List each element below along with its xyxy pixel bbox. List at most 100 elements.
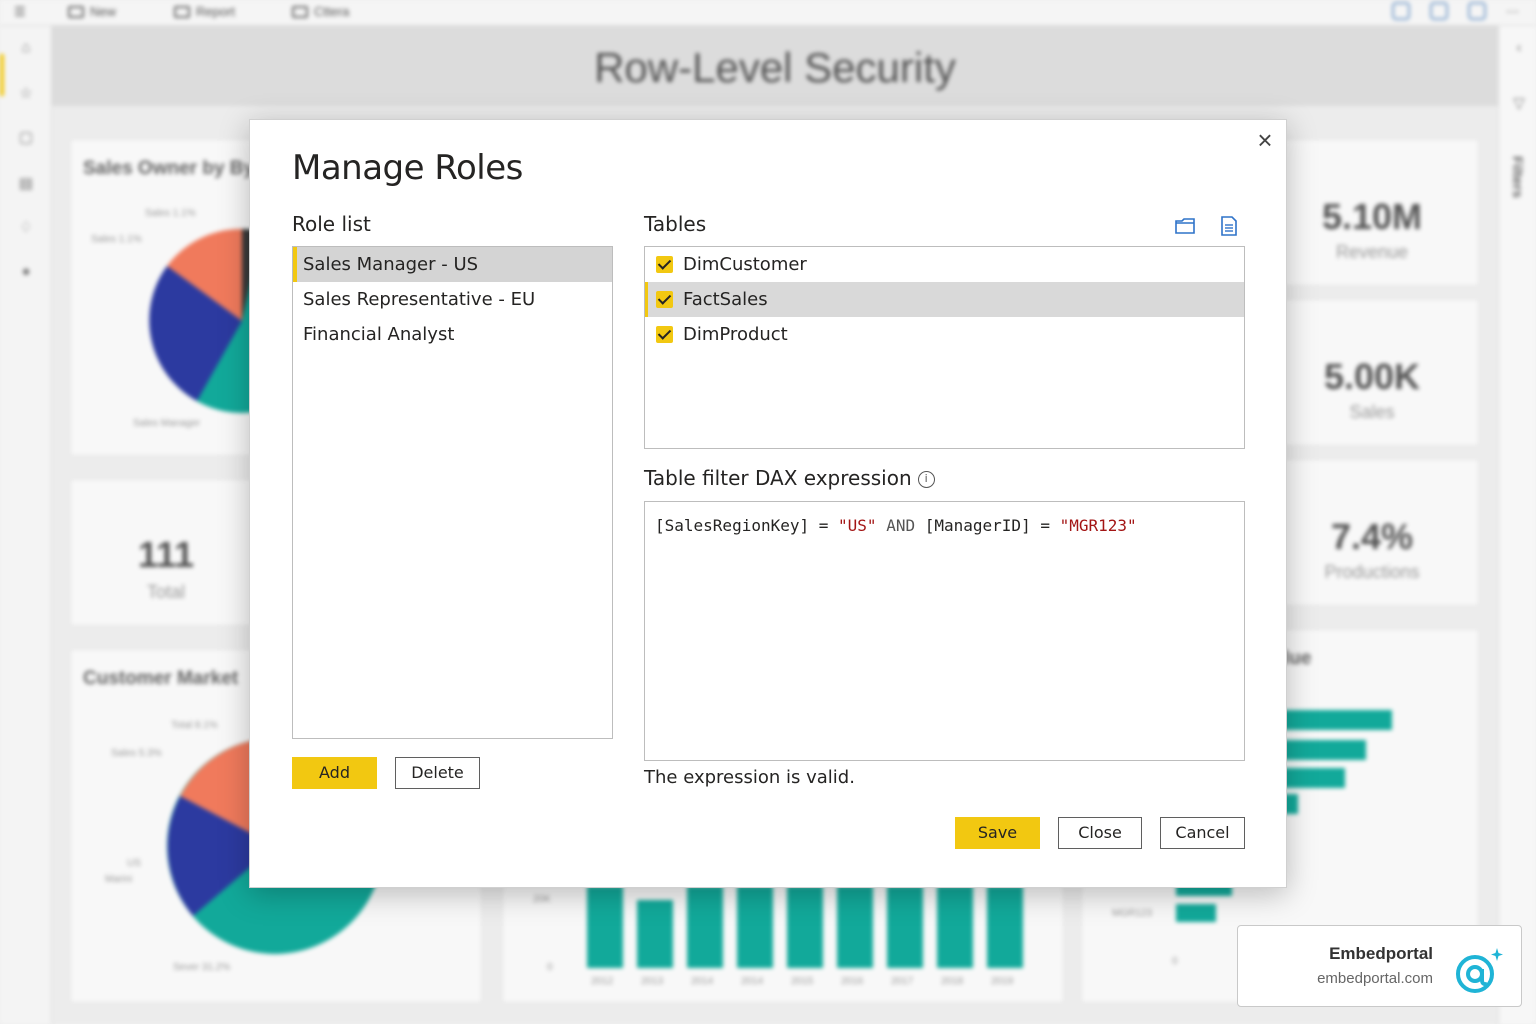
card-title: lue xyxy=(1284,648,1312,669)
close-icon[interactable]: × xyxy=(1253,127,1277,153)
hbar xyxy=(1282,710,1392,730)
table-label: DimCustomer xyxy=(683,254,807,275)
x-tick: 2012 xyxy=(591,976,614,987)
at-sign-logo-icon xyxy=(1456,948,1503,993)
kpi-label: Revenue xyxy=(1335,242,1409,262)
manage-roles-dialog: × Manage Roles Role list Sales Manager -… xyxy=(249,119,1287,888)
role-list: Sales Manager - US Sales Representative … xyxy=(292,246,613,739)
hbar xyxy=(1176,904,1216,922)
x-tick: 2014 xyxy=(691,976,714,987)
card-title: Customer Market xyxy=(83,668,239,689)
kpi-label: Sales xyxy=(1349,402,1395,422)
x-tick: 2016 xyxy=(841,976,864,987)
report-title: Row-Level Security xyxy=(594,44,956,91)
share-icon xyxy=(292,5,308,18)
bar xyxy=(787,886,823,968)
report-label: Report xyxy=(196,4,236,19)
bar xyxy=(687,886,723,968)
card-title: Sales Owner by By xyxy=(83,158,255,179)
filters-label: Filters xyxy=(1510,156,1526,199)
tables-list: DimCustomer FactSales DimProduct xyxy=(644,246,1245,449)
dax-field: [ManagerID] = xyxy=(924,516,1060,535)
kpi-value: 5.00K xyxy=(1323,356,1421,397)
dax-keyword: AND xyxy=(876,516,925,535)
table-row-factsales[interactable]: FactSales xyxy=(645,282,1244,317)
hbar-label: MGR123 xyxy=(1112,908,1153,919)
report-menu[interactable]: Report xyxy=(174,4,235,19)
bar xyxy=(737,886,773,968)
bar xyxy=(637,900,673,968)
share-label: Cttera xyxy=(314,4,350,19)
role-label: Financial Analyst xyxy=(303,324,455,345)
star-icon[interactable]: ☆ xyxy=(18,86,34,102)
role-list-label: Role list xyxy=(292,212,371,236)
collapse-chevron-icon[interactable]: ‹ xyxy=(1511,40,1527,56)
checkbox[interactable] xyxy=(656,291,673,308)
role-item-sales-representative-eu[interactable]: Sales Representative - EU xyxy=(293,282,612,317)
save-report-icon[interactable] xyxy=(1468,2,1486,20)
nav-active-indicator xyxy=(0,54,4,96)
kpi-label: Productions xyxy=(1324,562,1420,582)
document-icon[interactable]: ▢ xyxy=(18,130,34,146)
pie-label: Marini xyxy=(105,874,133,885)
pie-label: US xyxy=(127,858,141,869)
x-tick: 2015 xyxy=(791,976,814,987)
left-nav-rail: ⌂ ☆ ▢ ▤ ♢ ● xyxy=(0,26,52,1024)
dax-expression-label: Table filter DAX expression xyxy=(644,466,912,490)
y-tick: 0 xyxy=(547,962,553,973)
new-menu[interactable]: New xyxy=(68,4,116,19)
x-tick: 2014 xyxy=(741,976,764,987)
pie-label: Sever 31.2% xyxy=(173,962,231,973)
add-button[interactable]: Add xyxy=(292,757,377,789)
table-row-dimproduct[interactable]: DimProduct xyxy=(645,317,1244,352)
delete-button[interactable]: Delete xyxy=(395,757,480,789)
apps-icon[interactable]: ▤ xyxy=(18,176,34,192)
document-list-icon[interactable] xyxy=(1218,215,1240,237)
x-tick: 0 xyxy=(1172,956,1178,967)
dax-string: "MGR123" xyxy=(1059,516,1137,535)
comment-icon[interactable] xyxy=(1430,2,1448,20)
kpi-value: 111 xyxy=(137,534,195,575)
productions-kpi-card[interactable]: 7.4% Productions xyxy=(1266,460,1478,605)
revenue-kpi-card[interactable]: 5.10M Revenue xyxy=(1266,140,1478,285)
info-icon[interactable]: i xyxy=(917,471,935,488)
sales-kpi-card[interactable]: 5.00K Sales xyxy=(1266,300,1478,445)
more-icon[interactable]: ⋯ xyxy=(1506,4,1519,20)
learn-icon[interactable]: ♢ xyxy=(18,220,34,236)
hamburger-icon[interactable]: ☰ xyxy=(14,4,26,20)
checkbox[interactable] xyxy=(656,326,673,343)
table-label: DimProduct xyxy=(683,324,788,345)
role-item-sales-manager-us[interactable]: Sales Manager - US xyxy=(293,247,612,282)
role-item-financial-analyst[interactable]: Financial Analyst xyxy=(293,317,612,352)
validation-message: The expression is valid. xyxy=(644,767,855,788)
pie-label: Sales 5.3% xyxy=(111,748,162,759)
close-button[interactable]: Close xyxy=(1058,817,1142,849)
pie-label: Sales Manager xyxy=(133,418,201,429)
folder-icon[interactable] xyxy=(1174,215,1196,237)
role-label: Sales Representative - EU xyxy=(303,289,536,310)
bar xyxy=(887,886,923,968)
share-menu[interactable]: Cttera xyxy=(292,4,349,19)
table-row-dimcustomer[interactable]: DimCustomer xyxy=(645,247,1244,282)
pie-label: Sales 1.1% xyxy=(91,234,142,245)
dax-expression-heading: Table filter DAX expression i xyxy=(644,466,935,490)
dax-expression-editor[interactable]: [SalesRegionKey] = "US" AND [ManagerID] … xyxy=(644,501,1245,761)
total-kpi-card[interactable]: 111 Total xyxy=(71,480,261,625)
home-icon[interactable]: ⌂ xyxy=(18,40,34,56)
x-tick: 2017 xyxy=(891,976,914,987)
top-toolbar: ☰ New Report Cttera ⋯ xyxy=(0,0,1536,26)
pie-label: Sales 1.1% xyxy=(145,208,196,219)
watermark-url: embedportal.com xyxy=(1317,970,1433,987)
globe-icon[interactable] xyxy=(1392,2,1410,20)
filters-pane[interactable]: ‹ ▽ Filters xyxy=(1498,26,1536,1024)
dax-string: "US" xyxy=(838,516,877,535)
workspace-icon[interactable]: ● xyxy=(18,264,34,280)
cancel-button[interactable]: Cancel xyxy=(1160,817,1245,849)
save-button[interactable]: Save xyxy=(955,817,1040,849)
report-icon xyxy=(174,5,190,18)
bar xyxy=(937,886,973,968)
checkbox[interactable] xyxy=(656,256,673,273)
y-tick: 20K xyxy=(533,894,551,905)
bar xyxy=(587,886,623,968)
hbar xyxy=(1282,768,1345,788)
